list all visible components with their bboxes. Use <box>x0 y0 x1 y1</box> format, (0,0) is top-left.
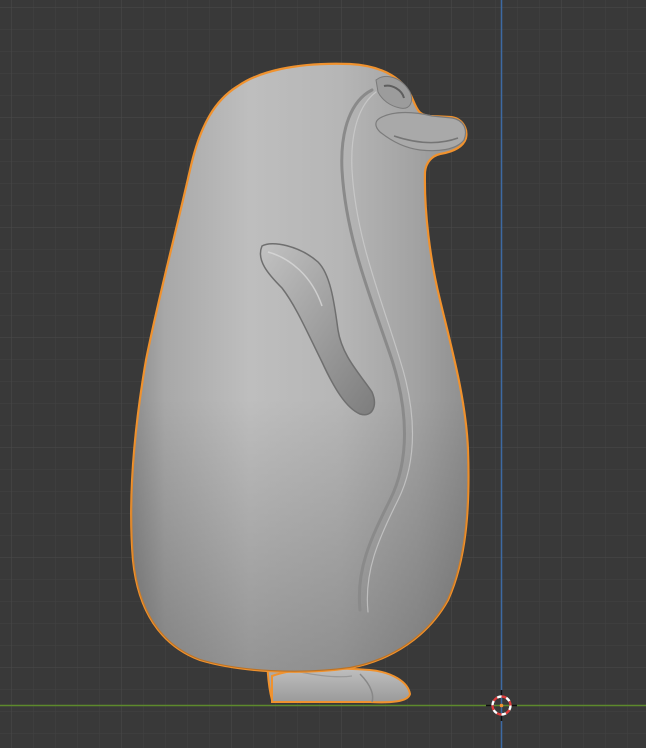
3d-viewport[interactable] <box>0 0 646 748</box>
